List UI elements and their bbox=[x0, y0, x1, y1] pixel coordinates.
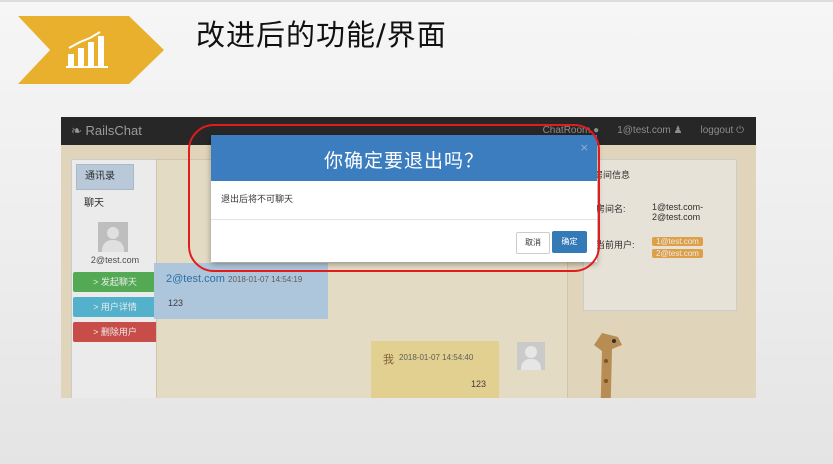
room-info-panel: 房间信息 房间名: 1@test.com-2@test.com 当前用户: 1@… bbox=[583, 159, 737, 311]
highlight-ring bbox=[188, 124, 600, 272]
current-users-label: 当前用户: bbox=[596, 240, 635, 250]
avatar bbox=[98, 222, 128, 252]
app-brand[interactable]: ❧ RailsChat bbox=[71, 123, 142, 139]
slide-title: 改进后的功能/界面 bbox=[196, 18, 447, 52]
current-users-list: 1@test.com 2@test.com bbox=[652, 236, 703, 260]
user-icon: ♟ bbox=[673, 125, 683, 136]
contact-email: 2@test.com bbox=[90, 255, 140, 265]
user-tag: 2@test.com bbox=[652, 249, 703, 258]
chat-message: 我 2018-01-07 14:54:40 123 bbox=[371, 341, 499, 398]
brand-label: RailsChat bbox=[85, 123, 142, 138]
room-name-value: 1@test.com-2@test.com bbox=[652, 202, 704, 222]
tab-chat[interactable]: 聊天 bbox=[76, 192, 132, 216]
logout-label: loggout bbox=[700, 125, 734, 136]
tab-chat-label: 聊天 bbox=[84, 198, 104, 209]
delete-user-button[interactable]: > 删除用户 bbox=[73, 322, 157, 342]
message-text: 123 bbox=[168, 298, 184, 308]
avatar bbox=[517, 342, 545, 370]
contacts-panel: 通讯录 聊天 2@test.com > 发起聊天 > 用户详情 > 删除用户 bbox=[71, 159, 159, 398]
user-label: 1@test.com bbox=[617, 125, 671, 136]
message-text: 123 bbox=[471, 379, 487, 389]
message-sender: 2@test.com bbox=[166, 273, 225, 285]
giraffe-illustration bbox=[594, 333, 622, 398]
message-sender: 我 bbox=[383, 354, 394, 366]
tab-contacts-label: 通讯录 bbox=[85, 171, 115, 182]
nav-user[interactable]: 1@test.com ♟ bbox=[617, 125, 682, 136]
tab-contacts[interactable]: 通讯录 bbox=[76, 164, 134, 190]
power-icon: ⏻ bbox=[736, 125, 744, 136]
nav-logout[interactable]: loggout ⏻ bbox=[700, 125, 744, 136]
slide-badge bbox=[18, 16, 164, 84]
top-rule bbox=[0, 0, 833, 2]
bar-chart-icon bbox=[66, 31, 108, 68]
user-details-button[interactable]: > 用户详情 bbox=[73, 297, 157, 317]
user-tag: 1@test.com bbox=[652, 237, 703, 246]
start-chat-button[interactable]: > 发起聊天 bbox=[73, 272, 157, 292]
room-name-label: 房间名: bbox=[596, 204, 626, 214]
message-time: 2018-01-07 14:54:19 bbox=[228, 275, 303, 284]
message-time: 2018-01-07 14:54:40 bbox=[399, 353, 474, 362]
